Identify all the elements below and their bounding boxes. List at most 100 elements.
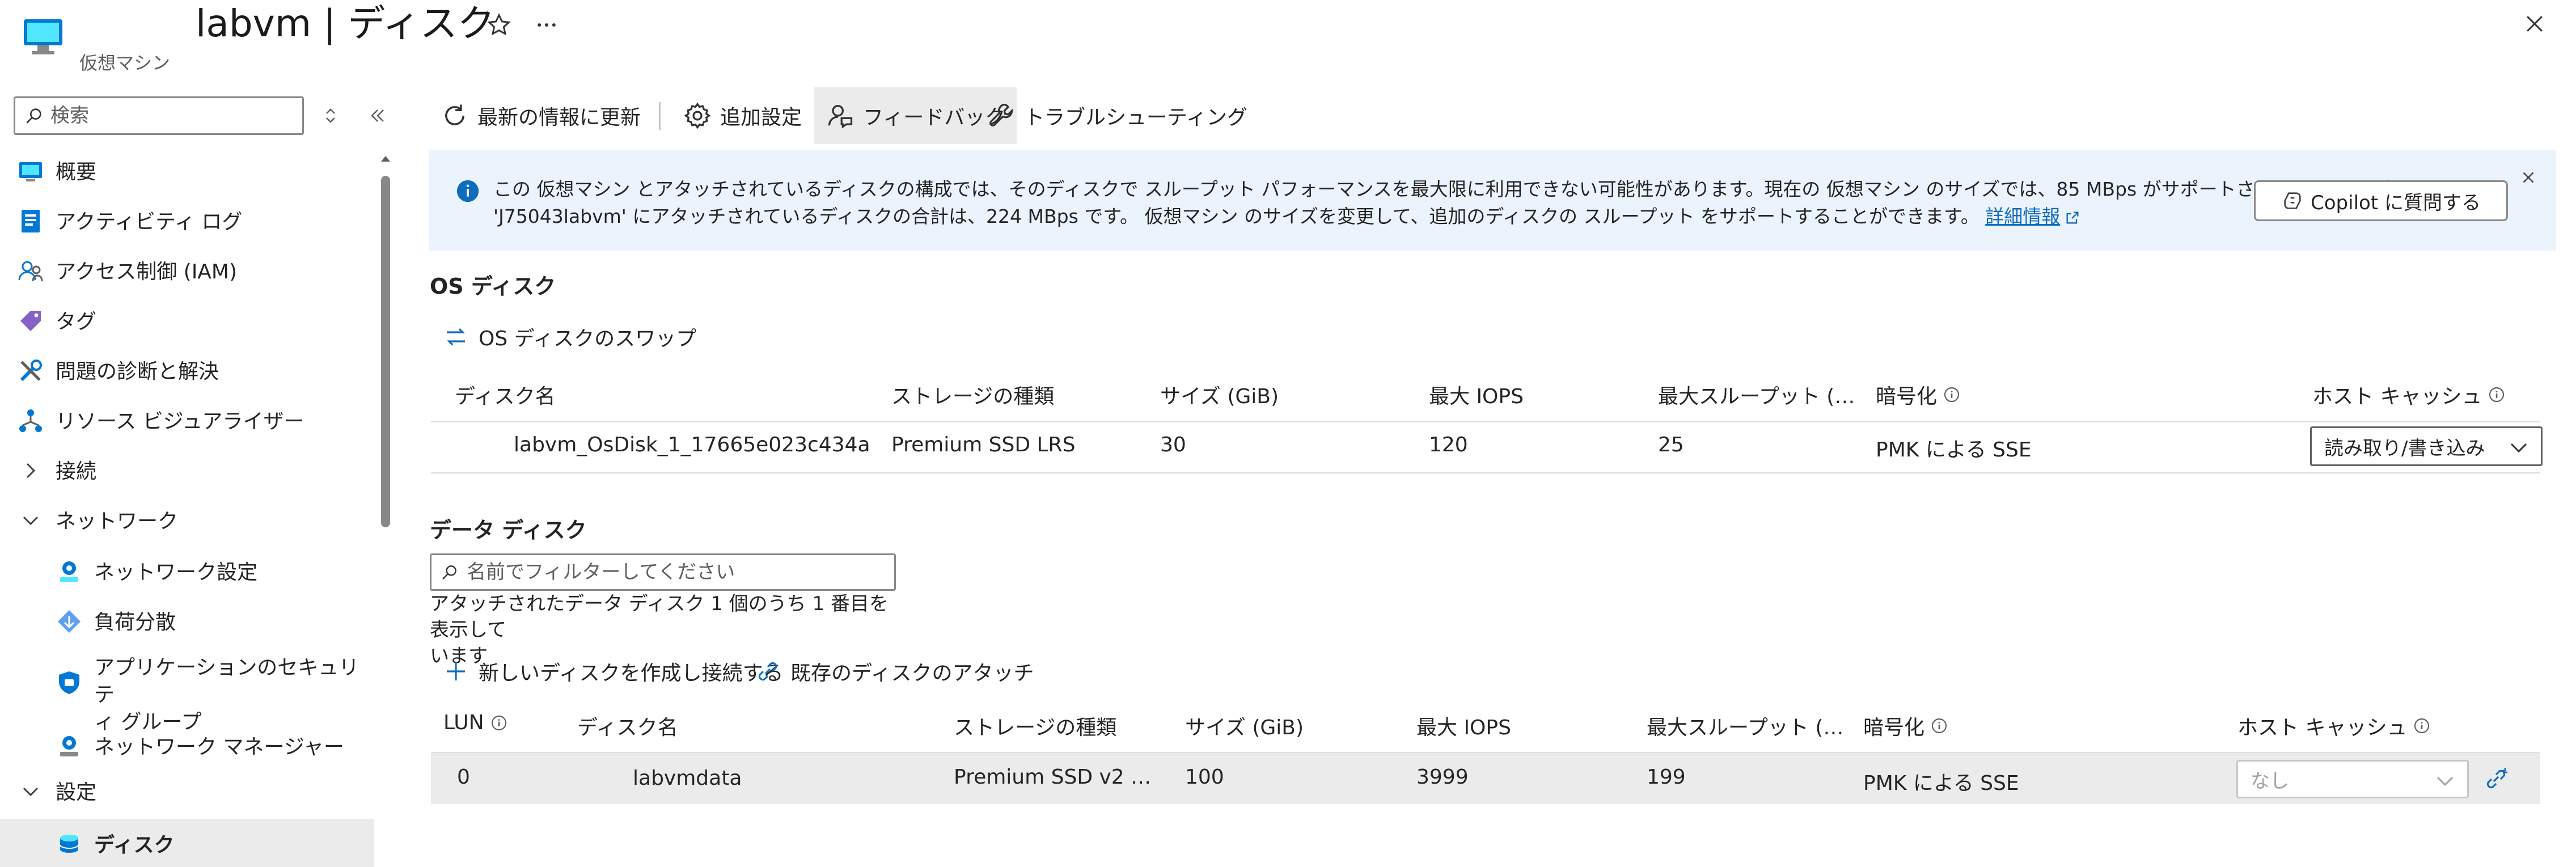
filter-input[interactable] xyxy=(467,560,886,585)
info-circle-icon[interactable] xyxy=(2413,717,2431,735)
gear-icon xyxy=(683,101,712,130)
external-link-icon xyxy=(2065,210,2080,226)
sidebar-search[interactable] xyxy=(14,96,304,135)
os-col-max-iops[interactable]: 最大 IOPS xyxy=(1429,380,1524,409)
sidebar-item-network-settings[interactable]: ネットワーク設定 xyxy=(0,547,374,594)
data-col-disk-name[interactable]: ディスク名 xyxy=(577,711,678,741)
close-icon[interactable] xyxy=(2522,11,2547,36)
sidebar-item-settings[interactable]: 設定 xyxy=(0,767,374,814)
data-col-encryption-label: 暗号化 xyxy=(1863,716,1925,739)
data-col-lun[interactable]: LUN xyxy=(443,711,508,734)
sidebar-item-load-balancing[interactable]: 負荷分散 xyxy=(0,597,374,644)
data-col-host-cache-label: ホスト キャッシュ xyxy=(2237,716,2408,739)
sidebar-item-disks[interactable]: ディスク xyxy=(0,819,374,867)
os-disk-iops: 120 xyxy=(1429,433,1468,456)
info-circle-icon[interactable] xyxy=(2488,386,2506,404)
os-disk-encryption: PMK による SSE xyxy=(1876,438,2032,462)
os-row-divider xyxy=(431,472,2540,473)
info-circle-icon[interactable] xyxy=(1930,717,1948,735)
os-col-max-throughput[interactable]: 最大スループット (… xyxy=(1658,380,1855,409)
sidebar-item-overview[interactable]: 概要 xyxy=(0,146,374,194)
sidebar-item-label: 問題の診断と解決 xyxy=(56,360,219,383)
iam-icon xyxy=(17,257,44,285)
data-col-max-throughput[interactable]: 最大スループット (… xyxy=(1647,711,1843,741)
feedback-label: フィードバック xyxy=(863,106,1006,129)
os-col-encryption[interactable]: 暗号化 xyxy=(1876,380,1961,409)
os-disk-size: 30 xyxy=(1160,433,1186,456)
data-disk-iops: 3999 xyxy=(1416,766,1469,789)
sidebar-item-iam[interactable]: アクセス制御 (IAM) xyxy=(0,246,374,294)
sidebar-item-label: 負荷分散 xyxy=(94,611,176,634)
os-disk-throughput: 25 xyxy=(1658,433,1684,456)
learn-more-link[interactable]: 詳細情報 xyxy=(1985,205,2060,227)
filter-box[interactable] xyxy=(430,553,896,591)
data-disk-encryption: PMK による SSE xyxy=(1863,772,2019,795)
collapse-sidebar-icon[interactable] xyxy=(366,104,389,127)
sidebar-item-resource-visualizer[interactable]: リソース ビジュアライザー xyxy=(0,396,374,443)
banner-close-icon[interactable] xyxy=(2519,168,2538,187)
network-settings-icon xyxy=(56,558,83,585)
data-disk-name-link[interactable]: labvmdata xyxy=(633,767,742,790)
sidebar-search-input[interactable] xyxy=(50,103,294,129)
os-disk-heading: OS ディスク xyxy=(430,274,556,299)
os-col-host-cache-label: ホスト キャッシュ xyxy=(2312,385,2482,408)
toolbar-divider xyxy=(659,102,661,130)
refresh-icon xyxy=(440,101,469,130)
os-col-storage-type[interactable]: ストレージの種類 xyxy=(891,380,1054,409)
attach-existing-label: 既存のディスクのアタッチ xyxy=(790,662,1034,685)
scroll-up-icon[interactable] xyxy=(380,153,391,164)
search-icon xyxy=(442,565,456,580)
sidebar-item-asg[interactable]: アプリケーションのセキュリテ ィ グループ xyxy=(0,652,374,734)
sidebar-item-label: 概要 xyxy=(56,160,97,184)
info-circle-icon[interactable] xyxy=(490,714,508,732)
chevron-down-icon xyxy=(17,507,44,534)
sidebar-item-tags[interactable]: タグ xyxy=(0,296,374,344)
refresh-button[interactable]: 最新の情報に更新 xyxy=(440,87,641,144)
os-col-size[interactable]: サイズ (GiB) xyxy=(1160,380,1279,409)
troubleshooting-button[interactable]: トラブルシューティング xyxy=(987,87,1247,144)
detach-disk-icon[interactable] xyxy=(2482,766,2510,793)
chevron-right-icon xyxy=(17,457,44,484)
tag-icon xyxy=(17,307,44,335)
table-row[interactable] xyxy=(431,754,2540,804)
more-options-icon[interactable] xyxy=(534,12,559,37)
data-col-encryption[interactable]: 暗号化 xyxy=(1863,711,1948,741)
additional-settings-button[interactable]: 追加設定 xyxy=(683,87,802,144)
data-col-host-cache[interactable]: ホスト キャッシュ xyxy=(2237,711,2431,741)
search-icon xyxy=(26,108,41,124)
os-disk-name-link[interactable]: labvm_OsDisk_1_17665e023c434a xyxy=(514,433,869,456)
swap-os-disk-button[interactable]: OS ディスクのスワップ xyxy=(442,322,696,352)
create-attach-label: 新しいディスクを作成し接続する xyxy=(479,662,784,685)
feedback-icon xyxy=(826,101,855,130)
copilot-button[interactable]: Copilot に質問する xyxy=(2254,180,2508,221)
sidebar-scroll-thumb[interactable] xyxy=(381,176,390,527)
swap-icon xyxy=(442,323,469,350)
os-col-disk-name[interactable]: ディスク名 xyxy=(455,380,555,409)
os-host-cache-value: 読み取り/書き込み xyxy=(2324,437,2485,460)
page-subtitle: 仮想マシン xyxy=(79,52,171,74)
swap-os-disk-label: OS ディスクのスワップ xyxy=(479,327,697,350)
info-circle-icon[interactable] xyxy=(1943,386,1961,404)
sidebar-item-connect[interactable]: 接続 xyxy=(0,446,374,493)
sidebar-item-label: ディスク xyxy=(94,833,175,857)
copilot-label: Copilot に質問する xyxy=(2311,191,2481,214)
create-attach-disk-button[interactable]: 新しいディスクを作成し接続する xyxy=(442,657,783,686)
data-col-storage-type[interactable]: ストレージの種類 xyxy=(954,711,1116,741)
sidebar-item-diagnose[interactable]: 問題の診断と解決 xyxy=(0,346,374,394)
sidebar-item-network-manager[interactable]: ネットワーク マネージャー xyxy=(0,721,374,769)
os-col-host-cache[interactable]: ホスト キャッシュ xyxy=(2312,380,2506,409)
sidebar-item-networking[interactable]: ネットワーク xyxy=(0,496,374,543)
sidebar-item-label: ネットワーク xyxy=(56,510,179,533)
data-col-max-iops[interactable]: 最大 IOPS xyxy=(1416,711,1511,741)
activity-log-icon xyxy=(17,208,44,235)
collapse-toggle-icon[interactable] xyxy=(321,104,340,127)
sidebar-item-activity-log[interactable]: アクティビティ ログ xyxy=(0,196,374,244)
data-host-cache-select[interactable]: なし xyxy=(2236,760,2469,798)
diagnose-icon xyxy=(17,357,44,384)
attach-existing-disk-button[interactable]: 既存のディスクのアタッチ xyxy=(754,657,1034,686)
data-table-divider xyxy=(431,752,2540,754)
os-host-cache-select[interactable]: 読み取り/書き込み xyxy=(2310,426,2543,466)
sidebar-item-label: アクセス制御 (IAM) xyxy=(56,260,238,284)
favorite-star-icon[interactable] xyxy=(487,12,511,37)
data-col-size[interactable]: サイズ (GiB) xyxy=(1185,711,1304,741)
